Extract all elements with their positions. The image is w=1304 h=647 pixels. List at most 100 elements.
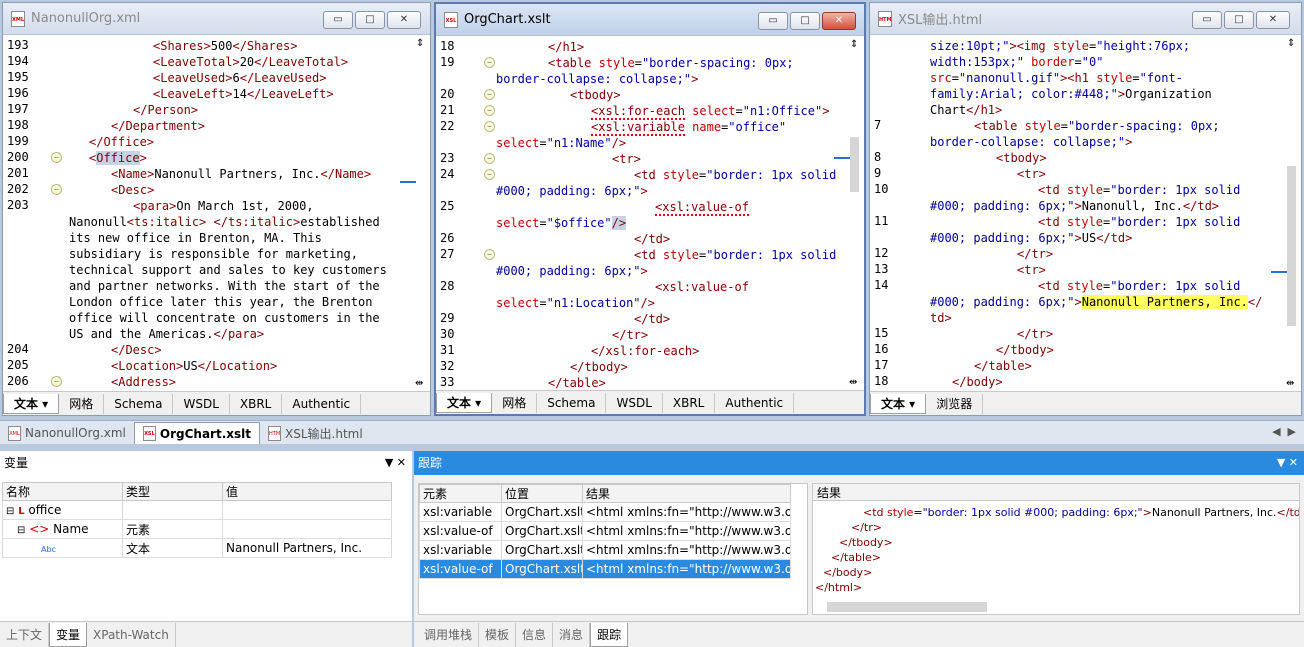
fold-toggle-icon[interactable]: − xyxy=(484,169,495,180)
doc-tab-html[interactable]: HTM XSL输出.html xyxy=(260,422,371,444)
table-row[interactable]: xsl:value-ofOrgChart.xslt: 2<html xmlns:… xyxy=(419,521,791,541)
vertical-scrollbar[interactable]: ⇕ ⇹ xyxy=(834,37,864,390)
fold-toggle-icon[interactable]: − xyxy=(484,121,495,132)
code-line: <xsl:value-of xyxy=(655,280,749,294)
view-tab[interactable]: 文本 ▾ xyxy=(436,392,493,413)
fold-toggle-icon[interactable]: − xyxy=(484,249,495,260)
column-header[interactable]: 位置 xyxy=(501,484,583,503)
code-editor[interactable]: 193 <Shares>500</Shares> 194 <LeaveTotal>20… xyxy=(3,36,412,391)
html-file-icon: HTM xyxy=(878,10,892,27)
fold-toggle-icon[interactable]: − xyxy=(51,376,62,387)
tab-xpath-watch[interactable]: XPath-Watch xyxy=(87,622,176,647)
maximize-button[interactable]: □ xyxy=(790,12,820,30)
code-line: </h1> xyxy=(548,40,585,54)
code-line: <tbody> xyxy=(570,88,621,102)
view-tab[interactable]: WSDL xyxy=(606,392,663,413)
code-line: select="n1:Name"/> xyxy=(496,136,627,150)
trace-pane: 跟踪 ▼ ✕ 元素 位置 结果 xsl:variable OrgChart.xslt: … xyxy=(414,451,1304,621)
view-tabs: 文本 ▾ 网格 Schema WSDL XBRL Authentic xyxy=(436,390,864,414)
view-tab[interactable]: 网格 xyxy=(59,393,105,414)
column-header[interactable]: 名称 xyxy=(2,482,123,501)
var-name: Name xyxy=(53,522,89,536)
code-line: #000; padding: 6px;"> xyxy=(496,264,648,278)
line-number: 13 xyxy=(874,262,889,276)
close-button[interactable]: ✕ xyxy=(387,11,421,29)
tab-scroll-arrows[interactable]: ◀ ▶ xyxy=(1272,425,1296,438)
vertical-scrollbar[interactable]: ⇕ ⇹ xyxy=(1271,36,1301,391)
code-line: </tr> xyxy=(1017,247,1054,261)
tab-call-stack[interactable]: 调用堆栈 xyxy=(418,622,480,647)
html-output-window[interactable]: HTM XSL输出.html ▭ □ ✕ size:10pt;"><img st… xyxy=(869,2,1302,416)
doc-tab-xml[interactable]: XML NanonullOrg.xml xyxy=(0,422,134,444)
column-header[interactable]: 元素 xyxy=(419,484,502,503)
xml-window[interactable]: XML NanonullOrg.xml ▭ □ ✕ 193 <Shares>500… xyxy=(2,2,431,416)
minimize-button[interactable]: ▭ xyxy=(1192,11,1222,29)
table-row-selected[interactable]: xsl:value-ofOrgChart.xslt: 2<html xmlns:… xyxy=(419,559,791,579)
minimize-button[interactable]: ▭ xyxy=(758,12,788,30)
maximize-button[interactable]: □ xyxy=(355,11,385,29)
view-tab[interactable]: 浏览器 xyxy=(926,393,984,414)
xslt-window[interactable]: XSL OrgChart.xslt ▭ □ ✕ 18 </h1> 19 − <table… xyxy=(434,2,866,416)
view-tab[interactable]: 文本 ▾ xyxy=(3,393,60,414)
tab-variables[interactable]: 变量 xyxy=(49,622,88,647)
view-tab[interactable]: Schema xyxy=(537,392,607,413)
minimize-button[interactable]: ▭ xyxy=(323,11,353,29)
doc-tab-xslt[interactable]: XSL OrgChart.xslt xyxy=(133,422,260,444)
fold-toggle-icon[interactable]: − xyxy=(484,105,495,116)
tab-context[interactable]: 上下文 xyxy=(0,622,50,647)
line-number: 30 xyxy=(440,327,455,341)
table-row[interactable]: ⊟ <> Name 元素 xyxy=(2,519,392,539)
code-line: <table style="border-spacing: 0px; xyxy=(548,56,794,70)
pane-close-icon[interactable]: ▼ ✕ xyxy=(385,451,406,475)
fold-toggle-icon[interactable]: − xyxy=(484,153,495,164)
tab-trace[interactable]: 跟踪 xyxy=(590,622,629,647)
view-tab[interactable]: Schema xyxy=(104,393,174,414)
tab-messages[interactable]: 消息 xyxy=(553,622,591,647)
code-line: size:10pt;"><img style="height:76px; xyxy=(930,39,1191,53)
view-tab[interactable]: WSDL xyxy=(173,393,230,414)
code-line: <tbody> xyxy=(996,151,1047,165)
table-row[interactable]: xsl:variableOrgChart.xslt: 2<html xmlns:… xyxy=(419,540,791,560)
close-button[interactable]: ✕ xyxy=(1256,11,1290,29)
vertical-scrollbar[interactable]: ⇕ ⇹ xyxy=(400,36,430,391)
close-button[interactable]: ✕ xyxy=(822,12,856,30)
fold-toggle-icon[interactable]: − xyxy=(51,184,62,195)
horizontal-scrollbar[interactable] xyxy=(827,602,987,612)
fold-toggle-icon[interactable]: − xyxy=(484,57,495,68)
column-header[interactable]: 类型 xyxy=(122,482,223,501)
column-header[interactable]: 值 xyxy=(222,482,392,501)
view-tab[interactable]: XBRL xyxy=(230,393,283,414)
title-bar: HTM XSL输出.html ▭ □ ✕ xyxy=(870,3,1301,35)
code-line: office will concentrate on customers in … xyxy=(69,311,380,325)
tab-info[interactable]: 信息 xyxy=(516,622,554,647)
fold-toggle-icon[interactable]: − xyxy=(484,89,495,100)
line-number: 25 xyxy=(440,199,455,213)
code-line: #000; padding: 6px;"> xyxy=(496,184,648,198)
doc-tab-label: NanonullOrg.xml xyxy=(25,426,126,440)
code-editor[interactable]: 18 </h1> 19 − <table style="border-spacing: … xyxy=(436,37,846,390)
code-line: US and the Americas.</para> xyxy=(69,327,265,341)
table-row[interactable]: xsl:variableOrgChart.xslt: 2<html xmlns:… xyxy=(419,502,791,522)
view-tabs: 文本 ▾ 浏览器 xyxy=(870,391,1301,415)
maximize-button[interactable]: □ xyxy=(1224,11,1254,29)
line-number: 12 xyxy=(874,246,889,260)
line-number: 11 xyxy=(874,214,889,228)
code-line: #000; padding: 6px;">Nanonull, Inc.</td> xyxy=(930,199,1220,213)
result-line: </tr> xyxy=(851,521,882,534)
view-tab[interactable]: 文本 ▾ xyxy=(870,393,927,414)
fold-toggle-icon[interactable]: − xyxy=(51,152,62,163)
tab-templates[interactable]: 模板 xyxy=(479,622,517,647)
view-tab[interactable]: Authentic xyxy=(282,393,362,414)
line-number: 29 xyxy=(440,311,455,325)
pane-close-icon[interactable]: ▼ ✕ xyxy=(1277,451,1298,475)
column-header[interactable]: 结果 xyxy=(582,484,791,503)
code-line: and partner networks. With the start of … xyxy=(69,279,380,293)
xml-file-icon: XML xyxy=(8,425,21,441)
table-row[interactable]: Abc 文本 Nanonull Partners, Inc. xyxy=(2,538,392,558)
table-row[interactable]: ⊟ L office xyxy=(2,500,392,520)
view-tab[interactable]: Authentic xyxy=(715,392,795,413)
view-tab[interactable]: XBRL xyxy=(663,392,716,413)
view-tab[interactable]: 网格 xyxy=(492,392,538,413)
code-editor[interactable]: size:10pt;"><img style="height:76px; widt… xyxy=(870,36,1283,391)
line-number: 193 xyxy=(7,38,29,52)
